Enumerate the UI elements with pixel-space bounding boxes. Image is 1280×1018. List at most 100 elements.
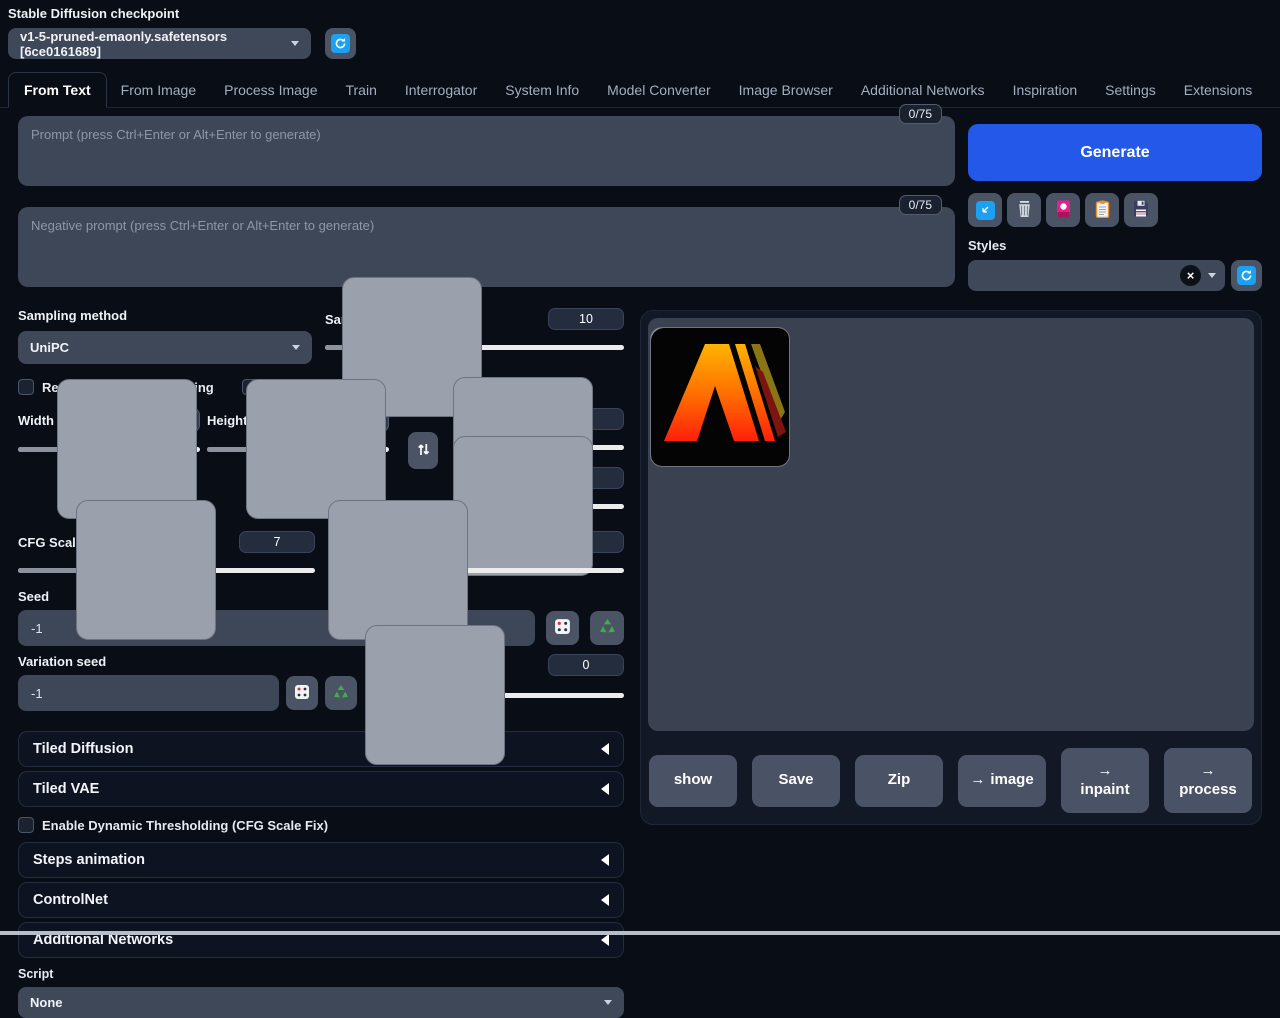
clip-skip-slider[interactable] (328, 563, 624, 577)
send-to-image-button[interactable]: → image (958, 755, 1046, 807)
cfg-scale-slider[interactable] (18, 563, 315, 577)
recycle-icon (333, 684, 349, 703)
tab-from-text[interactable]: From Text (8, 72, 107, 108)
checkpoint-label: Stable Diffusion checkpoint (8, 6, 1272, 21)
tab-inspiration[interactable]: Inspiration (999, 73, 1092, 107)
refresh-icon (331, 34, 350, 53)
negative-token-counter: 0/75 (899, 195, 942, 215)
sampling-method-label: Sampling method (18, 308, 312, 323)
right-arrow-icon: → (1098, 762, 1113, 781)
checkbox-box[interactable] (18, 379, 34, 395)
slider-thumb[interactable] (453, 436, 593, 576)
chevron-left-icon (601, 743, 609, 755)
tab-settings[interactable]: Settings (1091, 73, 1170, 107)
sampling-method-value: UniPC (30, 340, 69, 355)
show-button[interactable]: show (649, 755, 737, 807)
refresh-icon (1237, 266, 1256, 285)
accordion-additional-networks[interactable]: Additional Networks (18, 922, 624, 958)
right-arrow-icon: → (1201, 762, 1216, 781)
footer-divider (0, 931, 1280, 935)
slider-thumb[interactable] (365, 625, 505, 765)
chevron-down-icon (292, 345, 300, 350)
sampling-method-select[interactable]: UniPC (18, 331, 312, 364)
chevron-left-icon (601, 934, 609, 946)
zip-button[interactable]: Zip (855, 755, 943, 807)
chevron-left-icon (601, 894, 609, 906)
swap-dimensions-button[interactable] (408, 432, 438, 469)
height-slider[interactable] (207, 442, 389, 456)
clear-styles-icon[interactable]: × (1180, 265, 1201, 286)
tab-interrogator[interactable]: Interrogator (391, 73, 491, 107)
dynamic-thresholding-checkbox[interactable]: Enable Dynamic Thresholding (CFG Scale F… (18, 817, 624, 833)
dice-icon (554, 618, 571, 638)
chevron-down-icon (1208, 273, 1216, 278)
checkpoint-refresh-button[interactable] (325, 28, 356, 59)
slider-thumb[interactable] (76, 500, 216, 640)
accordion-steps-animation[interactable]: Steps animation (18, 842, 624, 878)
slider-thumb[interactable] (57, 379, 197, 519)
tab-train[interactable]: Train (331, 73, 390, 107)
checkpoint-select[interactable]: v1-5-pruned-emaonly.safetensors [6ce0161… (8, 28, 311, 59)
sampling-steps-value[interactable]: 10 (548, 308, 624, 330)
tab-from-image[interactable]: From Image (107, 73, 210, 107)
checkpoint-value: v1-5-pruned-emaonly.safetensors [6ce0161… (20, 29, 291, 59)
tab-additional-networks[interactable]: Additional Networks (847, 73, 999, 107)
chevron-down-icon (604, 1000, 612, 1005)
output-thumbnail[interactable] (650, 327, 790, 467)
negative-prompt-input[interactable] (18, 207, 955, 287)
chevron-down-icon (291, 41, 299, 46)
checkbox-box[interactable] (18, 817, 34, 833)
tab-image-browser[interactable]: Image Browser (725, 73, 847, 107)
slider-thumb[interactable] (328, 500, 468, 640)
cfg-scale-label: CFG Scale (18, 535, 83, 550)
prompt-input[interactable] (18, 116, 955, 186)
accordion-tiled-diffusion[interactable]: Tiled Diffusion (18, 731, 624, 767)
cfg-scale-value[interactable]: 7 (239, 531, 315, 553)
generate-button[interactable]: Generate (968, 124, 1262, 181)
random-variation-seed-button[interactable] (286, 676, 318, 710)
styles-label: Styles (968, 238, 1262, 253)
extra-networks-button[interactable] (1046, 193, 1080, 227)
save-button[interactable]: Save (752, 755, 840, 807)
tab-system-info[interactable]: System Info (491, 73, 593, 107)
slider-thumb[interactable] (246, 379, 386, 519)
tab-bar: From Text From Image Process Image Train… (0, 72, 1280, 108)
top-bar: Stable Diffusion checkpoint v1-5-pruned-… (0, 0, 1280, 59)
tab-extensions[interactable]: Extensions (1170, 73, 1266, 107)
width-label: Width (18, 413, 54, 428)
clipboard-icon (1095, 200, 1110, 221)
apply-style-button[interactable] (1085, 193, 1119, 227)
variation-seed-label: Variation seed (18, 654, 357, 669)
tab-model-converter[interactable]: Model Converter (593, 73, 725, 107)
reuse-seed-button[interactable] (590, 611, 624, 645)
tab-process-image[interactable]: Process Image (210, 73, 331, 107)
gallery-view (648, 318, 1254, 731)
accordion-controlnet[interactable]: ControlNet (18, 882, 624, 918)
reuse-variation-seed-button[interactable] (325, 676, 357, 710)
accordion-tiled-vae[interactable]: Tiled VAE (18, 771, 624, 807)
send-to-inpaint-button[interactable]: → inpaint (1061, 748, 1149, 813)
paste-params-button[interactable] (968, 193, 1002, 227)
variation-seed-input[interactable] (18, 675, 279, 711)
script-value: None (30, 995, 63, 1010)
pink-card-icon (1056, 200, 1071, 221)
send-to-process-button[interactable]: → process (1164, 748, 1252, 813)
script-label: Script (18, 967, 624, 981)
sampling-steps-slider[interactable] (325, 340, 624, 354)
save-style-button[interactable] (1124, 193, 1158, 227)
styles-refresh-button[interactable] (1231, 260, 1262, 291)
clear-prompt-button[interactable] (1007, 193, 1041, 227)
width-slider[interactable] (18, 442, 200, 456)
script-select[interactable]: None (18, 987, 624, 1018)
batch-size-slider[interactable] (453, 499, 624, 513)
styles-select[interactable]: × (968, 260, 1225, 291)
strength-slider[interactable] (368, 688, 624, 702)
floppy-disk-icon (1133, 200, 1149, 220)
chevron-left-icon (601, 854, 609, 866)
trashcan-icon (1016, 200, 1033, 221)
random-seed-button[interactable] (546, 611, 580, 645)
prompt-token-counter: 0/75 (899, 104, 942, 124)
strength-value[interactable]: 0 (548, 654, 624, 676)
recycle-icon (599, 618, 616, 638)
up-down-arrows-icon (417, 442, 430, 460)
